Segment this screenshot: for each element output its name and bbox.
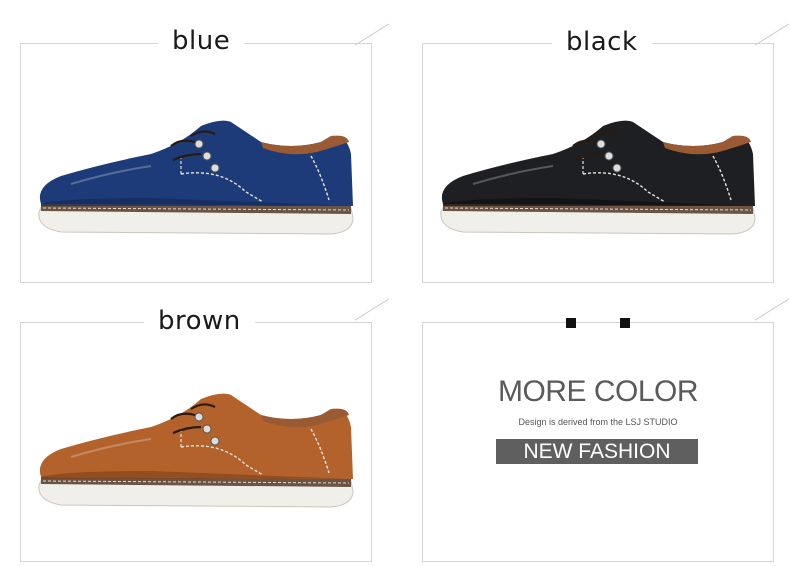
promo-badge: NEW FASHION: [496, 439, 698, 464]
eyelet-2: [202, 151, 212, 161]
eyelet-3: [210, 163, 220, 173]
shoe-image-black[interactable]: [433, 114, 763, 254]
eyelet-2: [202, 424, 212, 434]
eyelet-3: [210, 436, 220, 446]
panel-title-brown: brown: [144, 306, 255, 336]
corner-line-blue: [354, 23, 390, 46]
panel-blue: [20, 43, 372, 283]
panel-brown: [20, 322, 372, 562]
square-marker-right: [620, 318, 630, 328]
panel-title-black: black: [552, 27, 652, 57]
promo-subline: Design is derived from the LSJ STUDIO: [518, 417, 678, 427]
eyelet-1: [194, 412, 204, 422]
eyelet-1: [596, 139, 606, 149]
eyelet-1: [194, 139, 204, 149]
corner-line-brown: [354, 298, 390, 321]
square-marker-left: [566, 318, 576, 328]
panel-promo: MORE COLOR Design is derived from the LS…: [422, 322, 774, 562]
panel-title-blue: blue: [158, 26, 245, 56]
eyelet-2: [604, 151, 614, 161]
corner-line-promo: [754, 298, 790, 321]
eyelet-3: [612, 163, 622, 173]
shoe-image-brown[interactable]: [31, 387, 361, 527]
panel-black: [422, 43, 774, 283]
shoe-image-blue[interactable]: [31, 114, 361, 254]
promo-headline: MORE COLOR: [497, 375, 699, 408]
